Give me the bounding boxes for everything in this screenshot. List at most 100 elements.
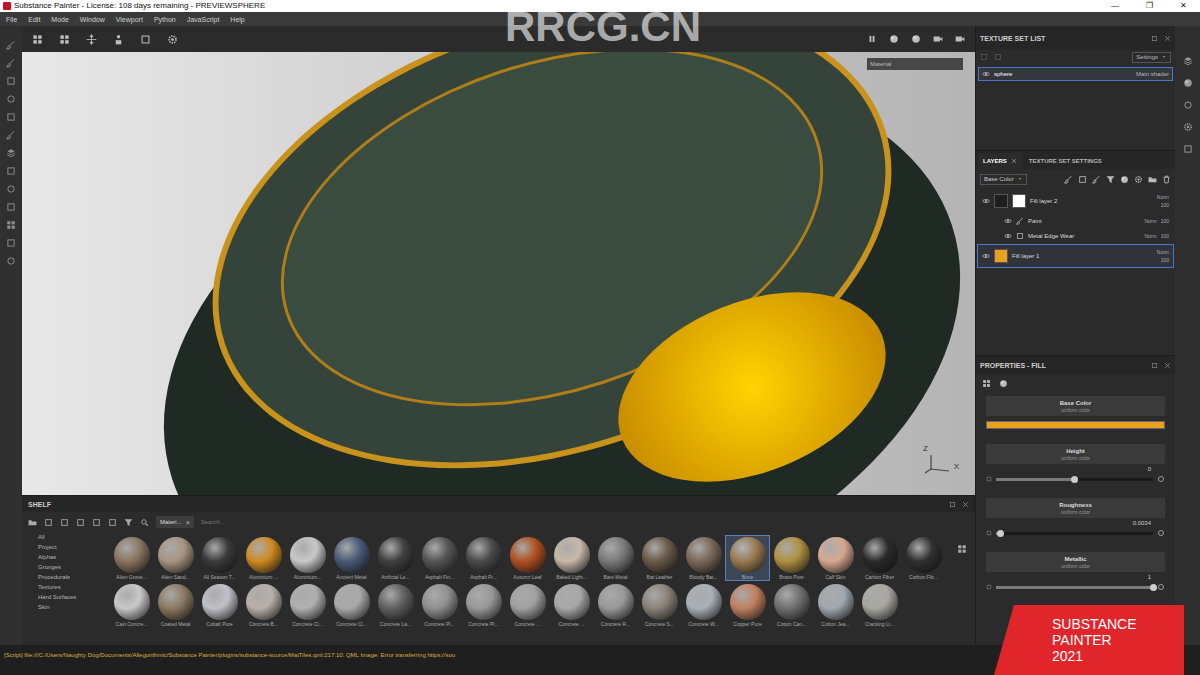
color-swatch[interactable] — [986, 421, 1165, 429]
panel-tab[interactable]: TEXTURE SET SETTINGS — [1024, 153, 1107, 169]
menu-item[interactable]: Python — [154, 16, 176, 23]
blend-mode[interactable]: Norm — [1157, 195, 1169, 200]
shelf-search[interactable] — [201, 516, 969, 528]
viewport-sphere-icon[interactable] — [889, 34, 899, 44]
material-tile[interactable]: Bone — [726, 536, 769, 580]
texture-set-add-icon[interactable] — [980, 53, 988, 61]
viewport-camera-icon[interactable] — [933, 34, 943, 44]
layer-item[interactable]: Fill layer 2Norm100 — [977, 189, 1174, 213]
menu-item[interactable]: Help — [230, 16, 244, 23]
material-tile[interactable]: Concrete Cl... — [330, 583, 373, 627]
tool-square-icon[interactable] — [6, 166, 16, 176]
generator-effect-icon[interactable] — [1016, 232, 1024, 240]
shelf-square-icon[interactable] — [92, 518, 101, 527]
float-icon[interactable] — [949, 501, 956, 508]
viewport-pause-icon[interactable] — [867, 34, 877, 44]
layer-item[interactable]: Fill layer 1Norm100 — [977, 244, 1174, 268]
slider-reset-icon[interactable] — [1157, 475, 1165, 483]
panel-circle-icon[interactable] — [1183, 100, 1193, 110]
panel-gear-icon[interactable] — [1183, 122, 1193, 132]
panel-square-icon[interactable] — [1183, 144, 1193, 154]
material-tile[interactable]: Cracking Li... — [858, 583, 901, 627]
window-control[interactable]: ✕ — [1166, 2, 1200, 10]
material-tile[interactable]: Concrete Cl... — [286, 583, 329, 627]
blend-mode[interactable]: Norm — [1144, 219, 1156, 224]
property-header[interactable]: Metallicuniform color — [986, 552, 1165, 572]
shelf-square-icon[interactable] — [60, 518, 69, 527]
tool-brush-icon[interactable] — [6, 58, 16, 68]
shelf-category[interactable]: Project — [38, 544, 110, 551]
layer-funnel-icon[interactable] — [1106, 175, 1115, 184]
material-tile[interactable]: Bare Metal — [594, 536, 637, 580]
layer-opacity[interactable]: 100 — [1161, 203, 1169, 208]
display-mode-dropdown[interactable]: Material — [867, 58, 963, 70]
material-tile[interactable]: Autumn Leaf — [506, 536, 549, 580]
shelf-search-icon[interactable] — [140, 518, 149, 527]
filter-tag[interactable]: Materi...× — [156, 516, 194, 528]
slider-knob[interactable] — [1150, 584, 1157, 591]
menu-item[interactable]: Mode — [51, 16, 69, 23]
panel-tab[interactable]: LAYERS — [978, 153, 1022, 169]
blend-mode[interactable]: Norm — [1157, 250, 1169, 255]
visibility-eye-icon[interactable] — [982, 70, 990, 78]
material-tile[interactable]: Asphalt Fin... — [418, 536, 461, 580]
slider-reset-icon[interactable] — [1157, 583, 1165, 591]
shelf-category[interactable]: Textures — [38, 584, 110, 591]
material-tile[interactable]: Concrete Pl... — [462, 583, 505, 627]
material-tile[interactable]: Alien Sand... — [154, 536, 197, 580]
material-tile[interactable]: Copper Pure — [726, 583, 769, 627]
texture-set-remove-icon[interactable] — [994, 53, 1002, 61]
window-control[interactable]: ❐ — [1132, 2, 1166, 10]
paint-effect-icon[interactable] — [1016, 217, 1024, 225]
shelf-square-icon[interactable] — [108, 518, 117, 527]
material-tile[interactable]: Cobalt Pure — [198, 583, 241, 627]
settings-dropdown[interactable]: Settings — [1132, 52, 1171, 63]
tool-brush-icon[interactable] — [6, 130, 16, 140]
menu-item[interactable]: Edit — [28, 16, 40, 23]
shelf-square-icon[interactable] — [76, 518, 85, 527]
menu-item[interactable]: JavaScript — [187, 16, 220, 23]
layer-square-icon[interactable] — [1078, 175, 1087, 184]
float-icon[interactable] — [1151, 35, 1158, 42]
layer-brush-icon[interactable] — [1092, 175, 1101, 184]
fill-mode-icon[interactable] — [999, 379, 1008, 388]
window-control[interactable]: — — [1098, 2, 1132, 10]
viewport-sphere-icon[interactable] — [911, 34, 921, 44]
shelf-square-icon[interactable] — [44, 518, 53, 527]
shelf-category[interactable]: Alphas — [38, 554, 110, 561]
effect-opacity[interactable]: 100 — [1161, 219, 1169, 224]
layer-brush-icon[interactable] — [1064, 175, 1073, 184]
tab-close-icon[interactable] — [1011, 158, 1017, 164]
material-tile[interactable]: Aluminium... — [286, 536, 329, 580]
layer-folder-icon[interactable] — [1148, 175, 1157, 184]
shelf-funnel-icon[interactable] — [124, 518, 133, 527]
material-tile[interactable]: Concrete R... — [594, 583, 637, 627]
material-tile[interactable]: Cotton Jea... — [814, 583, 857, 627]
viewport-gear-icon[interactable] — [167, 34, 178, 45]
shelf-category[interactable]: Grunges — [38, 564, 110, 571]
close-icon[interactable] — [1164, 35, 1171, 42]
material-tile[interactable]: Bloody Bat... — [682, 536, 725, 580]
layer-mask[interactable] — [1012, 194, 1026, 208]
material-tile[interactable]: Alien Grove... — [110, 536, 153, 580]
slider-mode-icon[interactable] — [986, 584, 992, 590]
visibility-eye-icon[interactable] — [982, 197, 990, 205]
visibility-eye-icon[interactable] — [1004, 217, 1012, 225]
slider-mode-icon[interactable] — [986, 476, 992, 482]
material-tile[interactable]: Aluminium ... — [242, 536, 285, 580]
tool-square-icon[interactable] — [6, 76, 16, 86]
material-mode-icon[interactable] — [982, 379, 991, 388]
layer-item[interactable]: Metal Edge WearNorm100 — [977, 229, 1174, 243]
texture-set-row[interactable]: sphereMain shader — [978, 67, 1173, 81]
property-header[interactable]: Roughnessuniform color — [986, 498, 1165, 518]
material-tile[interactable]: Coated Metal — [154, 583, 197, 627]
tool-brush-icon[interactable] — [6, 40, 16, 50]
property-header[interactable]: Heightuniform color — [986, 444, 1165, 464]
tool-square-icon[interactable] — [6, 112, 16, 122]
viewport[interactable]: MaterialZX — [22, 52, 975, 495]
close-icon[interactable] — [962, 501, 969, 508]
slider-value[interactable]: 0.0034 — [1133, 520, 1151, 527]
blend-mode[interactable]: Norm — [1144, 234, 1156, 239]
material-tile[interactable]: Ancient Metal — [330, 536, 373, 580]
material-tile[interactable]: Bat Leather — [638, 536, 681, 580]
